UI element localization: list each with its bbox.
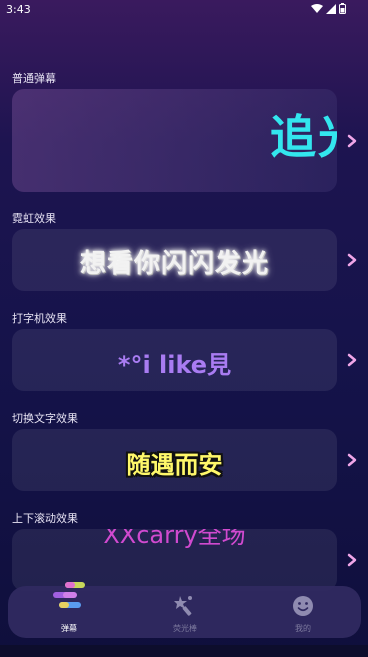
- section-label-neon: 霓虹效果: [12, 212, 56, 225]
- bottom-tab-bar: 弹幕 荧光棒 我的: [8, 582, 361, 638]
- smiley-icon: [293, 596, 313, 616]
- danmaku-card-typewriter[interactable]: *°i like見: [12, 329, 337, 391]
- danmaku-sample-typewriter: *°i like見: [117, 351, 232, 379]
- chevron-right-icon[interactable]: [346, 453, 358, 467]
- danmaku-sample-normal: 追光: [270, 110, 337, 164]
- glowstick-icon: [174, 596, 192, 616]
- danmaku-card-switch[interactable]: 随遇而安: [12, 429, 337, 491]
- danmaku-sample-switch: 随遇而安: [126, 451, 223, 479]
- chevron-right-icon[interactable]: [346, 253, 358, 267]
- danmaku-icon: [53, 582, 85, 608]
- chevron-right-icon[interactable]: [346, 134, 358, 148]
- section-label-scroll: 上下滚动效果: [12, 512, 78, 525]
- status-time: 3:43: [6, 2, 31, 16]
- status-bar: 3:43: [0, 0, 368, 18]
- status-icons: [311, 3, 346, 14]
- tab-mine[interactable]: 我的: [263, 586, 343, 638]
- section-label-switch: 切换文字效果: [12, 412, 78, 425]
- danmaku-sample-scroll: XXcarry全场: [103, 529, 246, 549]
- wifi-icon: [311, 3, 323, 13]
- tab-glowstick[interactable]: 荧光棒: [145, 586, 225, 638]
- danmaku-card-normal[interactable]: 追光: [12, 89, 337, 192]
- system-nav-area: [0, 645, 368, 657]
- danmaku-card-neon[interactable]: 想看你闪闪发光: [12, 229, 337, 291]
- tab-danmaku-label: 弹幕: [61, 624, 77, 633]
- chevron-right-icon[interactable]: [346, 353, 358, 367]
- signal-icon: [326, 3, 336, 14]
- tab-danmaku[interactable]: 弹幕: [29, 582, 109, 638]
- danmaku-sample-neon: 想看你闪闪发光: [79, 249, 269, 279]
- chevron-right-icon[interactable]: [346, 553, 358, 567]
- tab-glowstick-label: 荧光棒: [173, 624, 197, 633]
- section-label-normal: 普通弹幕: [12, 72, 56, 85]
- section-label-typewriter: 打字机效果: [12, 312, 67, 325]
- tab-mine-label: 我的: [295, 624, 311, 633]
- battery-icon: [339, 3, 346, 14]
